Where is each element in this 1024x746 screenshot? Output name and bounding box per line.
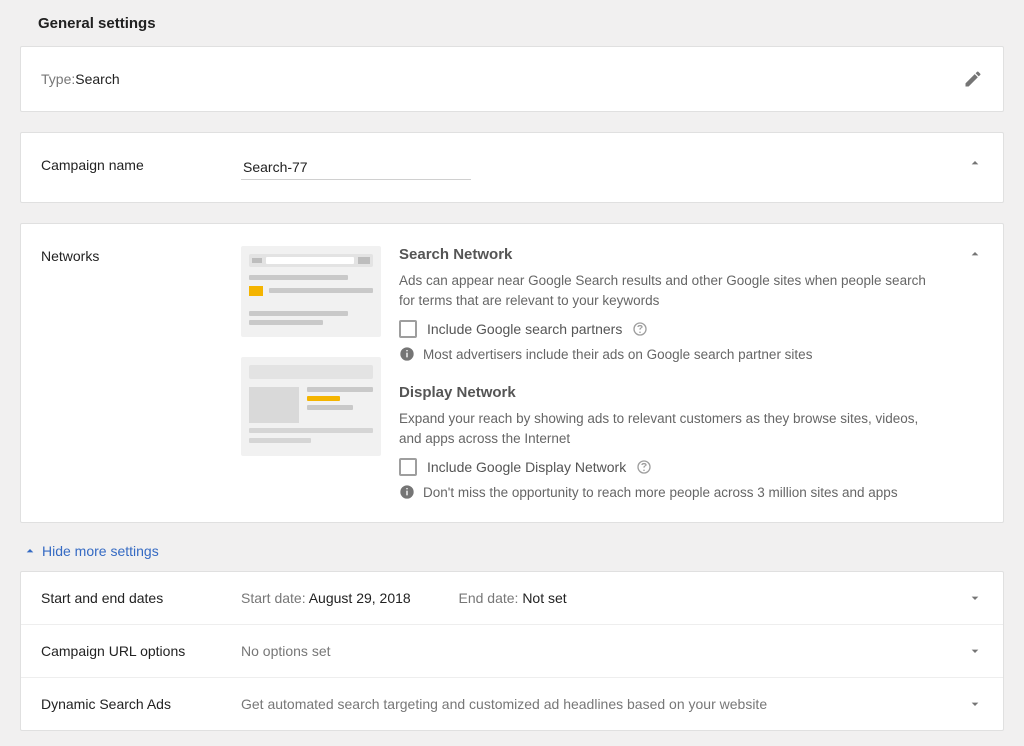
chevron-down-icon	[967, 643, 983, 659]
start-date-label: Start date:	[241, 590, 309, 606]
edit-icon[interactable]	[963, 69, 983, 89]
dates-label: Start and end dates	[41, 590, 241, 606]
help-icon[interactable]	[636, 459, 652, 475]
start-end-dates-row[interactable]: Start and end dates Start date: August 2…	[21, 572, 1003, 624]
networks-card: Networks Search Network Ads can	[20, 223, 1004, 523]
hide-more-settings-toggle[interactable]: Hide more settings	[22, 543, 1004, 559]
chevron-down-icon	[967, 696, 983, 712]
include-display-network-checkbox[interactable]	[399, 458, 417, 476]
hide-more-label: Hide more settings	[42, 543, 159, 559]
include-search-partners-checkbox[interactable]	[399, 320, 417, 338]
end-date-label: End date:	[458, 590, 522, 606]
networks-label: Networks	[41, 246, 241, 264]
chevron-up-icon[interactable]	[967, 246, 983, 262]
include-search-partners-label: Include Google search partners	[427, 321, 622, 337]
dynamic-search-ads-row[interactable]: Dynamic Search Ads Get automated search …	[21, 677, 1003, 730]
help-icon[interactable]	[632, 321, 648, 337]
search-network-desc: Ads can appear near Google Search result…	[399, 271, 943, 310]
dsa-value: Get automated search targeting and custo…	[241, 696, 943, 712]
url-options-value: No options set	[241, 643, 943, 659]
campaign-url-options-row[interactable]: Campaign URL options No options set	[21, 624, 1003, 677]
start-date-value: August 29, 2018	[309, 590, 411, 606]
url-options-label: Campaign URL options	[41, 643, 241, 659]
campaign-name-card: Campaign name	[20, 132, 1004, 203]
info-icon	[399, 346, 415, 362]
display-network-info: Don't miss the opportunity to reach more…	[423, 485, 898, 500]
display-mock-icon	[241, 357, 381, 456]
campaign-name-label: Campaign name	[41, 155, 241, 173]
search-network-title: Search Network	[399, 246, 943, 263]
type-card: Type: Search	[20, 46, 1004, 112]
chevron-down-icon	[967, 590, 983, 606]
include-display-network-label: Include Google Display Network	[427, 459, 626, 475]
more-settings-list: Start and end dates Start date: August 2…	[20, 571, 1004, 731]
campaign-name-input[interactable]	[241, 155, 471, 180]
page-title: General settings	[38, 15, 1004, 32]
search-network-info: Most advertisers include their ads on Go…	[423, 347, 812, 362]
chevron-up-icon[interactable]	[967, 155, 983, 171]
info-icon	[399, 484, 415, 500]
end-date-value: Not set	[522, 590, 566, 606]
dsa-label: Dynamic Search Ads	[41, 696, 241, 712]
display-network-desc: Expand your reach by showing ads to rele…	[399, 409, 943, 448]
chevron-up-icon	[22, 543, 38, 559]
type-value: Search	[75, 71, 119, 87]
network-thumbnails	[241, 246, 381, 476]
search-mock-icon	[241, 246, 381, 337]
display-network-title: Display Network	[399, 384, 943, 401]
type-label: Type:	[41, 71, 75, 87]
